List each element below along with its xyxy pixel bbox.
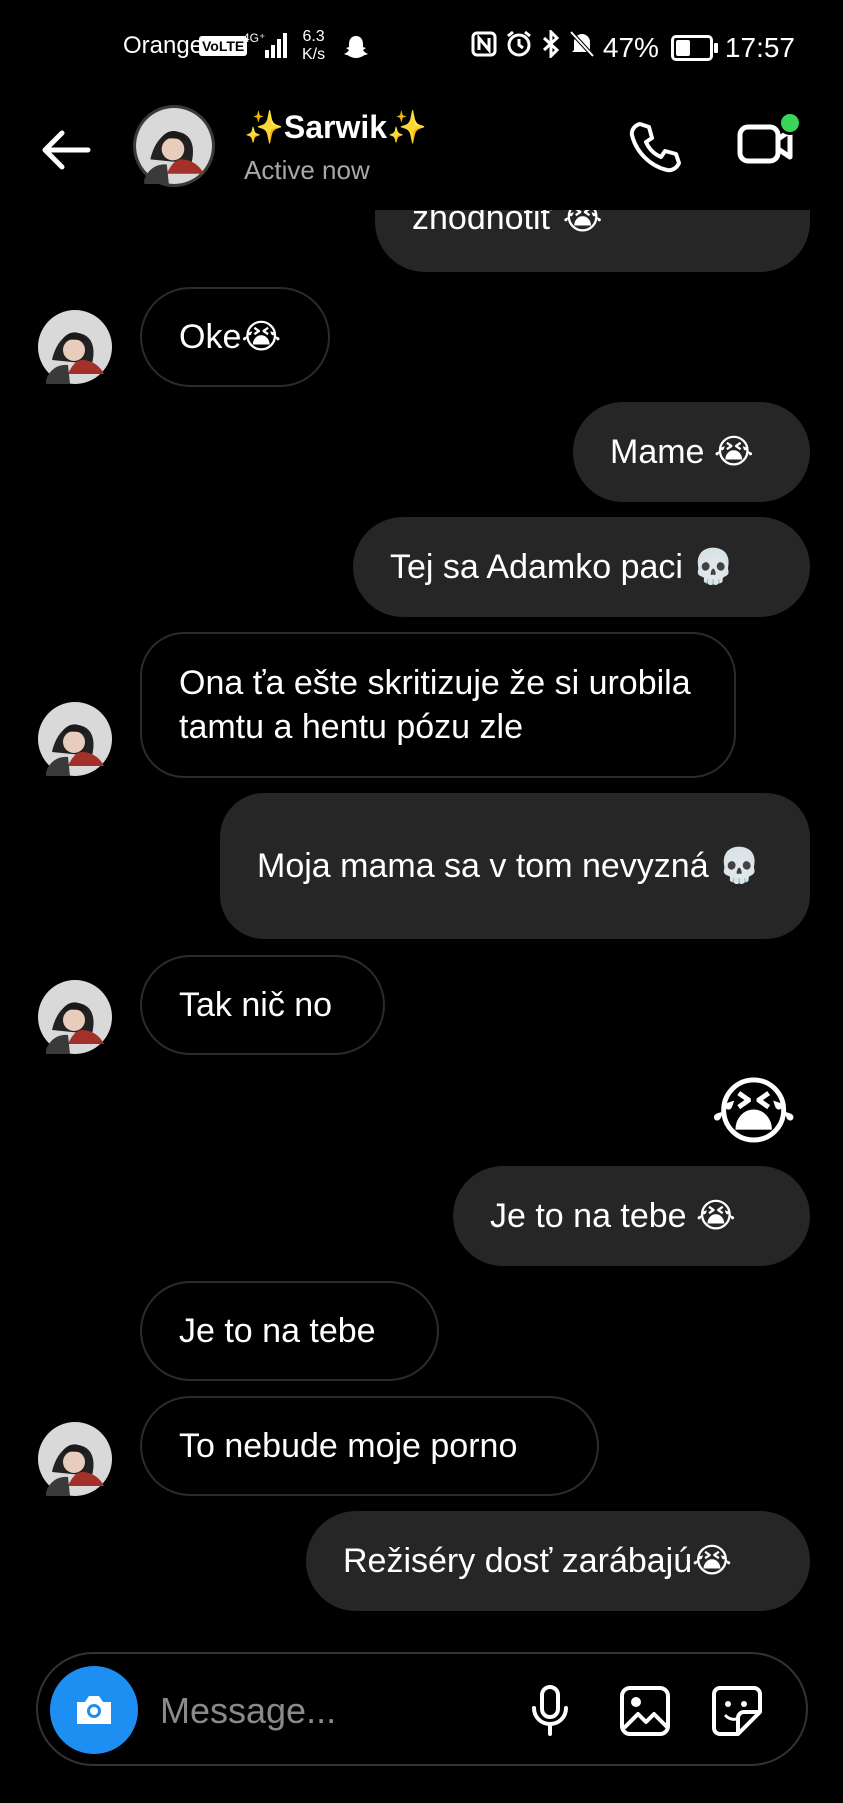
message-bubble-outgoing[interactable]: Tej sa Adamko paci 💀 [353,517,810,617]
phone-call-icon[interactable] [626,118,684,181]
avatar[interactable] [38,310,112,384]
message-bubble-outgoing[interactable]: Mame 😭 [573,402,810,502]
message-bubble-incoming[interactable]: Ona ťa ešte skritizuje že si urobila tam… [140,632,736,778]
contact-avatar[interactable] [133,105,215,187]
avatar[interactable] [38,702,112,776]
online-indicator [778,111,802,135]
camera-button[interactable] [50,1666,138,1754]
message-bubble-incoming[interactable]: Tak nič no [140,955,385,1055]
large-emoji-message[interactable]: 😭 [711,1072,797,1152]
sticker-icon[interactable] [710,1684,764,1743]
message-bubble-outgoing[interactable]: Režiséry dosť zarábajú😭 [306,1511,810,1611]
camera-icon [77,1696,111,1724]
avatar[interactable] [38,1422,112,1496]
message-composer [36,1652,808,1766]
message-bubble-incoming[interactable]: To nebude moje porno [140,1396,599,1496]
contact-status: Active now [244,155,370,185]
back-arrow-icon[interactable] [38,122,94,178]
message-bubble-incoming[interactable]: Je to na tebe [140,1281,439,1381]
message-bubble-outgoing[interactable]: Moja mama sa v tom nevyzná 💀 [220,793,810,939]
video-call-icon[interactable] [736,111,802,178]
message-thread[interactable]: zhodnotiť 😭 Oke😭 Mame 😭 Tej sa Adamko pa… [0,0,843,1640]
gallery-icon[interactable] [618,1684,672,1743]
avatar[interactable] [38,980,112,1054]
message-bubble-incoming[interactable]: Oke😭 [140,287,330,387]
message-bubble-outgoing[interactable]: Je to na tebe 😭 [453,1166,810,1266]
contact-name[interactable]: ✨Sarwik✨ [244,108,427,146]
message-input[interactable] [158,1682,462,1740]
chat-header: ✨Sarwik✨ Active now [0,90,843,210]
microphone-icon[interactable] [528,1684,572,1743]
